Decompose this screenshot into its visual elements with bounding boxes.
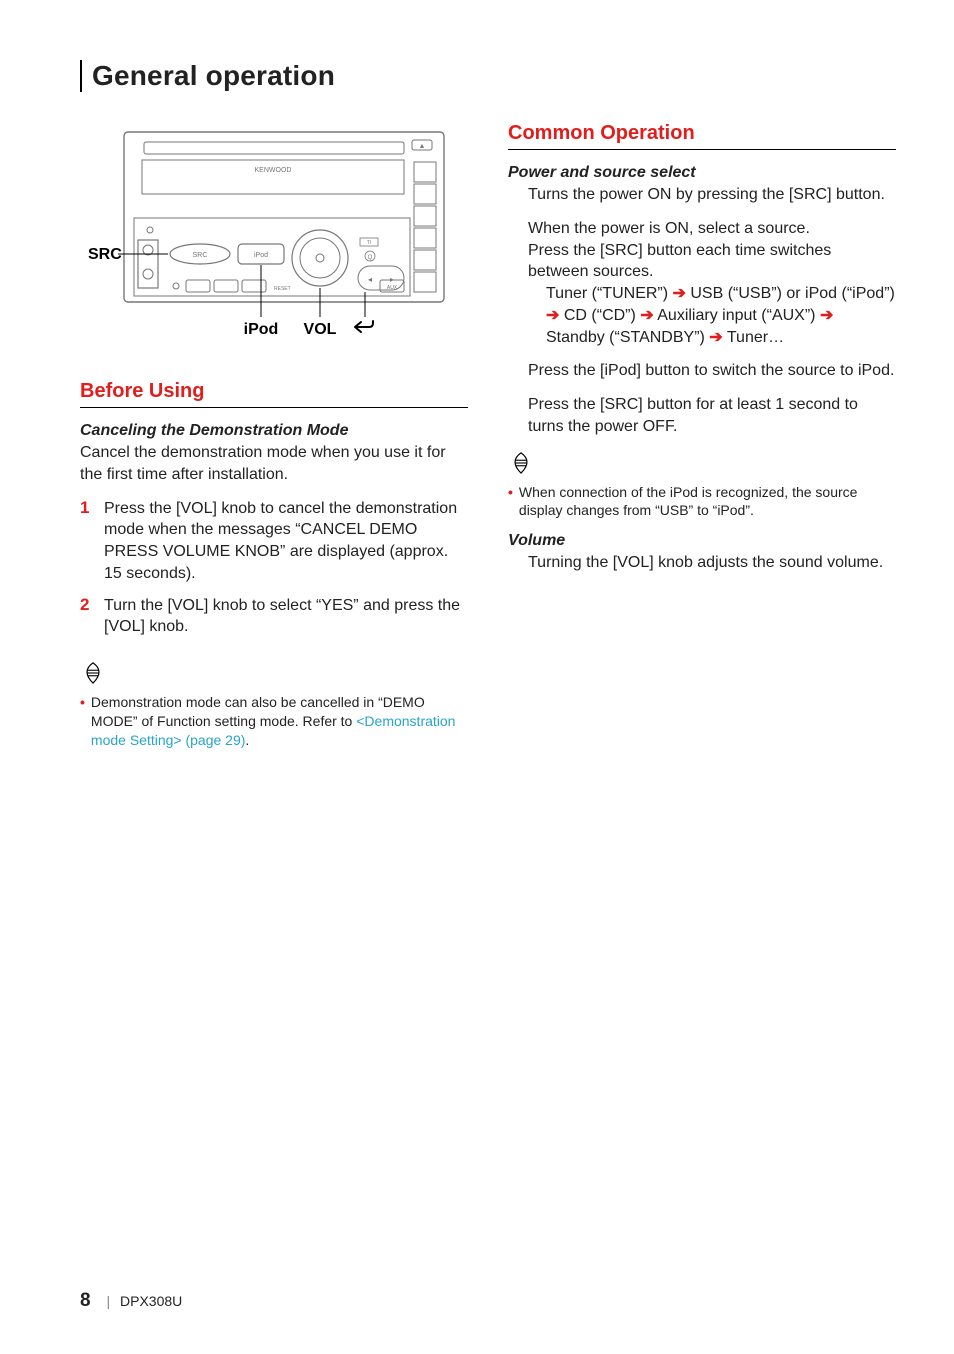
step-text: Turn the [VOL] knob to select “YES” and … bbox=[104, 595, 468, 639]
callout-vol: VOL bbox=[304, 321, 337, 338]
page-number: 8 bbox=[80, 1290, 91, 1311]
bullet-icon: • bbox=[508, 483, 513, 521]
right-column: Common Operation Power and source select… bbox=[508, 122, 896, 750]
note-text: When connection of the iPod is recognize… bbox=[519, 483, 896, 521]
ipod-button-text: iPod bbox=[254, 252, 268, 259]
note-icon bbox=[508, 452, 534, 474]
search-icon: Q bbox=[368, 255, 373, 261]
list-item: 1 Press the [VOL] knob to cancel the dem… bbox=[80, 498, 468, 585]
before-using-heading: Before Using bbox=[80, 380, 468, 408]
right-notes: • When connection of the iPod is recogni… bbox=[508, 483, 896, 521]
ipod-switch-text: Press the [iPod] button to switch the so… bbox=[508, 360, 896, 382]
arrow-icon: ➔ bbox=[673, 285, 686, 302]
source-chain: Tuner (“TUNER”) ➔ USB (“USB”) or iPod (“… bbox=[508, 283, 896, 348]
list-item: 2 Turn the [VOL] knob to select “YES” an… bbox=[80, 595, 468, 639]
arrow-icon: ➔ bbox=[709, 329, 722, 346]
source-select-text: When the power is ON, select a source. P… bbox=[508, 218, 896, 283]
ti-text: TI bbox=[367, 240, 371, 246]
step-number: 2 bbox=[80, 595, 94, 639]
arrow-icon: ➔ bbox=[546, 307, 559, 324]
note-text: Demonstration mode can also be cancelled… bbox=[91, 693, 468, 750]
power-source-subheading: Power and source select bbox=[508, 164, 896, 182]
left-notes: • Demonstration mode can also be cancell… bbox=[80, 693, 468, 750]
volume-subheading: Volume bbox=[508, 532, 896, 550]
page-title: General operation bbox=[92, 60, 896, 92]
aux-text: AUX bbox=[387, 285, 398, 291]
device-faceplate-svg: ▲ KENWOOD bbox=[84, 122, 464, 342]
brand-label: KENWOOD bbox=[255, 167, 292, 174]
model-label: DPX308U bbox=[120, 1293, 182, 1309]
footer-separator: | bbox=[106, 1293, 110, 1309]
step-text: Press the [VOL] knob to cancel the demon… bbox=[104, 498, 468, 585]
reset-text: RESET bbox=[274, 286, 291, 292]
power-off-text: Press the [SRC] button for at least 1 se… bbox=[508, 394, 896, 438]
cancel-demo-subheading: Canceling the Demonstration Mode bbox=[80, 422, 468, 440]
cancel-demo-intro: Cancel the demonstration mode when you u… bbox=[80, 442, 468, 486]
volume-text: Turning the [VOL] knob adjusts the sound… bbox=[508, 552, 896, 574]
common-operation-heading: Common Operation bbox=[508, 122, 896, 150]
bullet-icon: • bbox=[80, 693, 85, 750]
step-number: 1 bbox=[80, 498, 94, 585]
device-diagram: ▲ KENWOOD bbox=[80, 122, 468, 342]
arrow-icon: ➔ bbox=[640, 307, 653, 324]
cancel-demo-steps: 1 Press the [VOL] knob to cancel the dem… bbox=[80, 498, 468, 639]
src-button-text: SRC bbox=[193, 252, 208, 259]
svg-text:◂: ◂ bbox=[368, 275, 372, 284]
callout-ipod: iPod bbox=[244, 321, 279, 338]
callout-src: SRC bbox=[88, 246, 122, 263]
list-item: • Demonstration mode can also be cancell… bbox=[80, 693, 468, 750]
power-on-text: Turns the power ON by pressing the [SRC]… bbox=[508, 184, 896, 206]
page-footer: 8 | DPX308U bbox=[80, 1290, 182, 1312]
arrow-icon: ➔ bbox=[820, 307, 833, 324]
left-column: ▲ KENWOOD bbox=[80, 122, 468, 750]
note-icon bbox=[80, 662, 106, 684]
list-item: • When connection of the iPod is recogni… bbox=[508, 483, 896, 521]
svg-text:▲: ▲ bbox=[419, 143, 426, 150]
